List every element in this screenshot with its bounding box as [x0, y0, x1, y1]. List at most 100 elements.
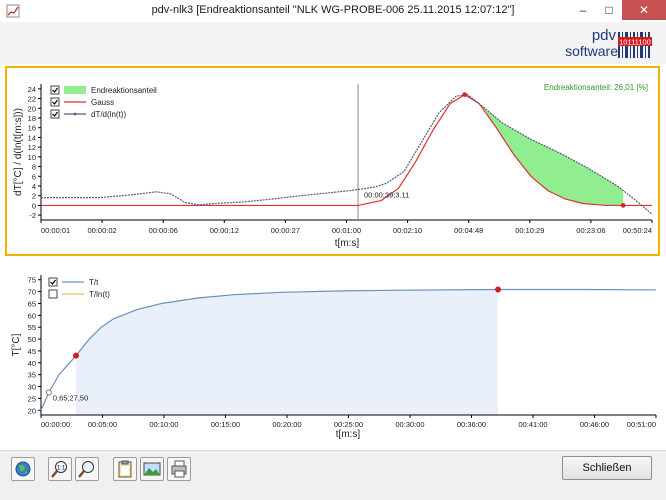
y-tick-label: 2	[32, 192, 36, 201]
magnifier-icon	[78, 461, 94, 478]
logo-text-pdv: pdv	[592, 27, 617, 44]
y-tick-label: 10	[28, 153, 36, 162]
derivative-chart[interactable]: 242220181614121086420-2 00:00:01 00:00:02…	[7, 68, 658, 254]
svg-text:1:1: 1:1	[57, 466, 66, 472]
endreaktion-info: Endreaktionsanteil: 26,01 [%]	[544, 83, 648, 92]
data-marker	[462, 92, 467, 97]
x-tick-label: 00:23:06	[576, 226, 605, 235]
y-tick-label: 14	[28, 133, 36, 142]
x-tick-label: 00:50:24	[623, 226, 652, 235]
y-tick-label: 16	[28, 124, 36, 133]
temperature-shaded-area	[75, 289, 499, 415]
close-button[interactable]: Schließen	[562, 456, 652, 480]
logo-text-software: software	[565, 43, 618, 59]
x-tick-label: 00:00:27	[271, 226, 300, 235]
start-value-label: 0,65;27,50	[53, 393, 88, 402]
y-tick-label: 12	[28, 143, 36, 152]
landscape-image-icon	[143, 462, 161, 476]
data-marker	[45, 389, 52, 396]
clipboard-icon	[118, 460, 132, 478]
y-tick-label: 40	[28, 359, 36, 368]
y-tick-label: 55	[28, 323, 36, 332]
x-tick-label: 00:10:00	[149, 420, 178, 429]
y-tick-label: 24	[28, 85, 36, 94]
header-area: pdv software 10111100	[0, 22, 666, 64]
legend-t-t-label: T/t	[89, 278, 99, 287]
y-axis-label: T[°C]	[11, 333, 22, 356]
y-tick-label: 60	[28, 311, 36, 320]
temperature-chart[interactable]: 75 70 65 60 55 50 45 40 35 30 25 20 00:00:00 00:05:0…	[5, 265, 660, 448]
x-axis: 00:00:01 00:00:02 00:00:06 00:00:12 00:00:27…	[40, 219, 653, 235]
legend-endreaktion-label: Endreaktionsanteil	[91, 86, 157, 95]
y-tick-label: 22	[28, 95, 36, 104]
x-axis-label: t[m:s]	[336, 429, 361, 440]
y-tick-label: 50	[28, 335, 36, 344]
y-tick-label: -2	[29, 211, 36, 220]
x-tick-label: 00:05:00	[88, 420, 117, 429]
zoom-button[interactable]	[75, 457, 99, 481]
x-tick-label: 00:01:00	[332, 226, 361, 235]
x-tick-label: 00:02:10	[393, 226, 422, 235]
derivative-chart-panel[interactable]: 24 22 20 18 16 14 12 10 8 6 4 2 0 -2 00:00:01 00:00:02…	[5, 66, 660, 256]
y-tick-label: 75	[28, 276, 36, 285]
y-tick-label: 45	[28, 347, 36, 356]
legend-gauss-label: Gauss	[91, 98, 114, 107]
title-bar: pdv-nlk3 [Endreaktionsanteil "NLK WG-PRO…	[0, 0, 666, 23]
logo-code: 10111100	[619, 38, 651, 47]
y-axis-label: dT[°C] / d(ln(t[m:s]))	[13, 108, 24, 196]
chart2-legend: T/t T/ln(t)	[48, 277, 110, 299]
temperature-chart-panel[interactable]: 75 70 65 60 55 50 45 40 35 30 25 20 00:00:00 00:05:0…	[5, 265, 660, 448]
close-window-button[interactable]: ✕	[622, 0, 666, 20]
y-tick-label: 25	[28, 394, 36, 403]
x-tick-label: 00:04:48	[454, 226, 483, 235]
x-tick-label: 00:25:00	[334, 420, 363, 429]
data-marker	[620, 203, 626, 208]
legend-dtdln[interactable]: dT/d(ln(t))	[50, 109, 126, 119]
y-tick-label: 30	[28, 383, 36, 392]
y-tick-label: 4	[32, 182, 36, 191]
y-tick-label: 35	[28, 371, 36, 380]
clipboard-button[interactable]	[113, 457, 137, 481]
legend-endreaktion[interactable]: Endreaktionsanteil	[50, 85, 157, 95]
legend-t-lnt-label: T/ln(t)	[89, 290, 110, 299]
legend-t-lnt[interactable]: T/ln(t)	[48, 289, 110, 299]
print-button[interactable]	[167, 457, 191, 481]
x-tick-label: 00:41:00	[518, 420, 547, 429]
y-axis: 75 70 65 60 55 50 45 40 35 30 25 20	[28, 275, 42, 415]
legend-t-t[interactable]: T/t	[48, 277, 99, 287]
y-tick-label: 18	[28, 114, 36, 123]
globe-button[interactable]	[11, 457, 35, 481]
x-tick-label: 00:00:06	[149, 226, 178, 235]
x-tick-label: 00:00:02	[87, 226, 116, 235]
printer-icon	[171, 460, 187, 478]
y-tick-label: 20	[28, 104, 36, 113]
x-tick-label: 00:00:00	[41, 420, 70, 429]
minimize-button[interactable]: –	[570, 0, 596, 20]
y-axis: 242220181614121086420-2	[28, 84, 42, 220]
y-tick-label: 20	[28, 406, 36, 415]
x-tick-label: 00:51:00	[627, 420, 656, 429]
x-axis: 00:00:00 00:05:00 00:10:00 00:15:00 00:20:00…	[40, 414, 657, 429]
zoom-reset-button[interactable]: 1:1	[48, 457, 72, 481]
x-tick-label: 00:00:01	[41, 226, 70, 235]
y-tick-label: 0	[32, 201, 36, 210]
zoom-1to1-icon: 1:1	[51, 461, 67, 478]
x-tick-label: 00:10:29	[515, 226, 544, 235]
maximize-button[interactable]: □	[596, 0, 622, 20]
y-tick-label: 65	[28, 299, 36, 308]
window-title: pdv-nlk3 [Endreaktionsanteil "NLK WG-PRO…	[151, 4, 515, 16]
y-tick-label: 8	[32, 163, 36, 172]
legend-dtdln-label: dT/d(ln(t))	[91, 110, 126, 119]
pdv-software-logo: pdv software 10111100	[565, 27, 652, 59]
footer-toolbar: 1:1 Schließen	[0, 450, 666, 500]
globe-icon	[15, 461, 31, 477]
x-tick-label: 00:30:00	[395, 420, 424, 429]
x-axis-label: t[m:s]	[335, 238, 360, 249]
image-export-button[interactable]	[140, 457, 164, 481]
legend-gauss[interactable]: Gauss	[50, 97, 114, 107]
x-tick-label: 00:20:00	[272, 420, 301, 429]
x-tick-label: 00:00:12	[210, 226, 239, 235]
cursor-value-label: 00:00:39;3.11	[364, 191, 409, 200]
x-tick-label: 00:46:00	[580, 420, 609, 429]
chart1-legend: Endreaktionsanteil Gauss dT/d(ln(t))	[50, 85, 157, 119]
